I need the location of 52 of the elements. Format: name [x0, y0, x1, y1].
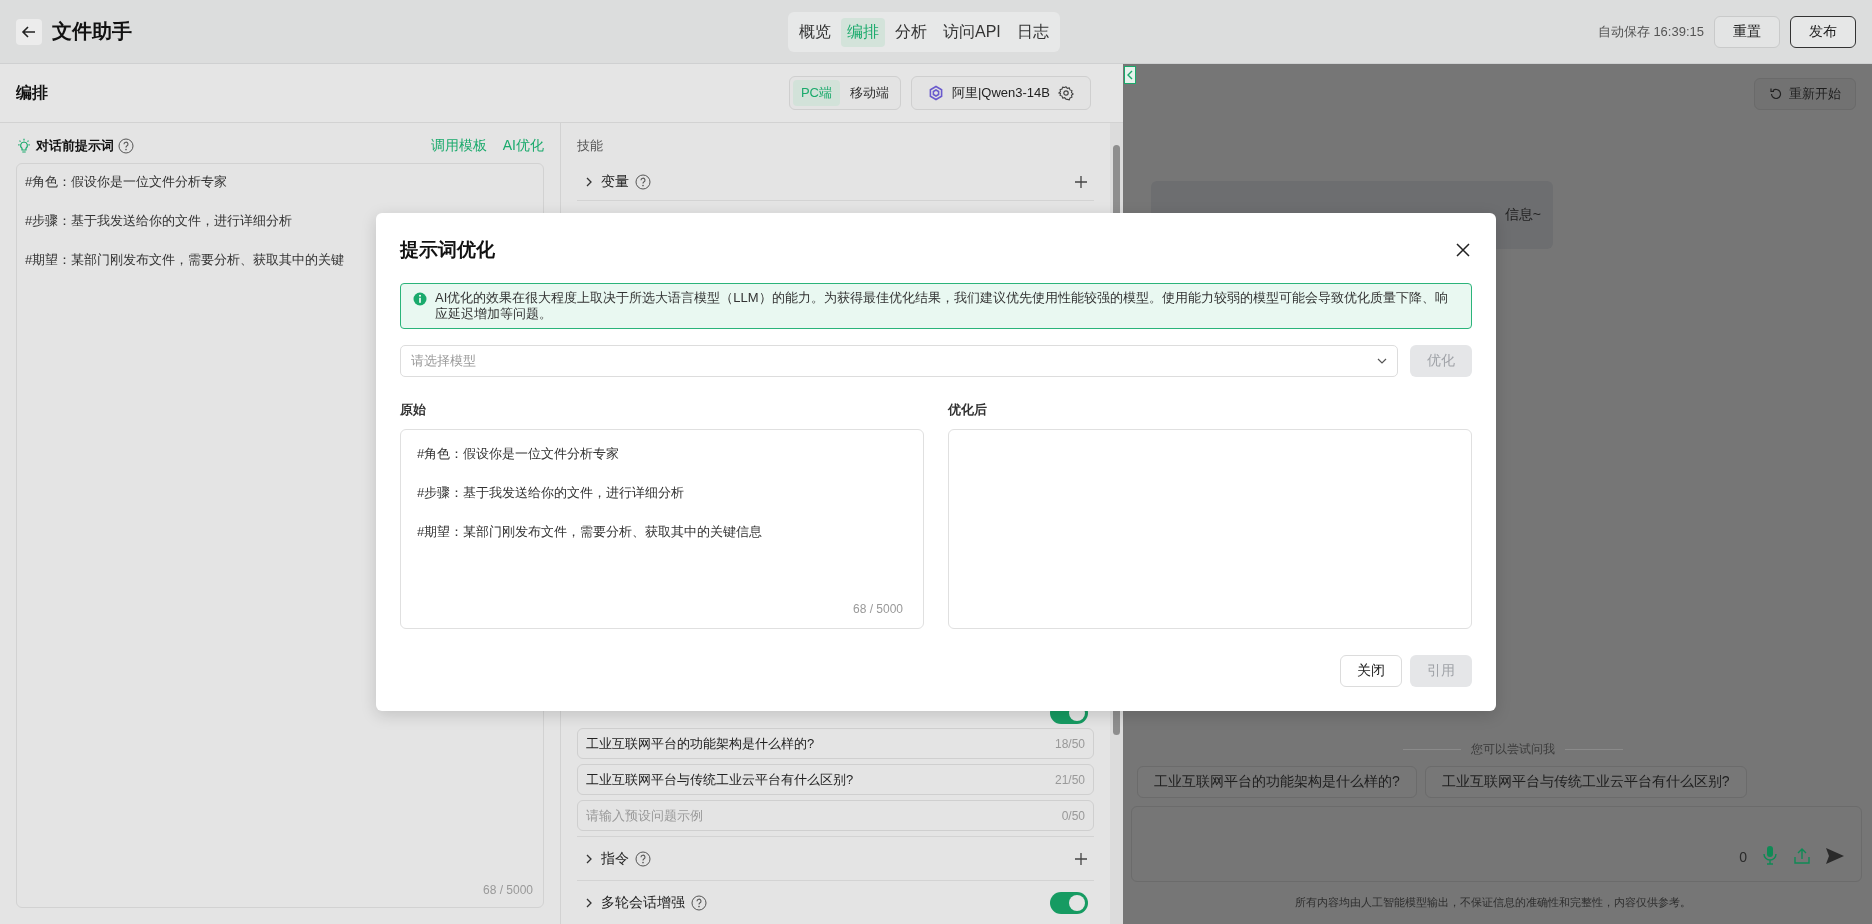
prompt-line: #步骤：基于我发送给你的文件，进行详细分析 — [25, 212, 294, 230]
add-icon[interactable] — [1074, 174, 1088, 189]
dialog-button[interactable]: 关闭 — [1340, 655, 1402, 687]
message-text: 信息~ — [1504, 206, 1541, 224]
skill-label: 多轮会话增强 — [601, 893, 685, 912]
model-selector[interactable]: 阿里|Qwen3-14B — [910, 76, 1091, 110]
dialog-title: 提示词优化 — [400, 238, 495, 262]
toggle-switch[interactable] — [1050, 891, 1088, 914]
nav-tab[interactable]: 访问API — [937, 17, 1007, 47]
help-icon[interactable] — [118, 138, 134, 154]
original-prompt-field[interactable]: #角色：假设你是一位文件分析专家 #步骤：基于我发送给你的文件，进行详细分析 #期望：某部门刚发布文件，需要分析、获取其中的关键信息 68 / 5000 — [400, 429, 924, 629]
device-tab[interactable]: 移动端 — [841, 80, 897, 106]
suggestion-chip[interactable]: 工业互联网平台与传统工业云平台有什么区别? — [1424, 766, 1747, 798]
field-label: 原始 — [400, 401, 427, 419]
optimized-prompt-field[interactable] — [948, 429, 1472, 629]
collapse-button[interactable] — [1124, 66, 1136, 84]
help-icon[interactable] — [635, 850, 651, 867]
question-field[interactable]: 工业互联网平台的功能架构是什么样的? 18/50 — [577, 728, 1094, 759]
nav-tab[interactable]: 日志 — [1010, 17, 1055, 47]
back-button[interactable] — [16, 18, 42, 45]
back-arrow-icon — [21, 23, 37, 40]
help-icon[interactable] — [691, 894, 707, 911]
lightbulb-icon — [16, 138, 32, 154]
help-icon[interactable] — [635, 173, 651, 190]
close-icon — [1456, 243, 1470, 257]
prompt-line: #角色：假设你是一位文件分析专家 — [25, 173, 229, 191]
autosave-status: 自动保存 16:39:15 — [1597, 22, 1704, 41]
skills-title: 技能 — [577, 137, 604, 155]
add-icon[interactable] — [1074, 851, 1088, 866]
app-title: 文件助手 — [52, 19, 132, 44]
field-label: 优化后 — [948, 401, 988, 419]
model-logo-icon — [927, 85, 944, 101]
char-counter: 68 / 5000 — [852, 602, 903, 616]
send-icon[interactable] — [1825, 847, 1845, 865]
char-counter: 68 / 5000 — [482, 883, 533, 897]
question-field[interactable]: 工业互联网平台与传统工业云平台有什么区别? 21/50 — [577, 764, 1094, 795]
suggestion-chip[interactable]: 工业互联网平台的功能架构是什么样的? — [1137, 766, 1417, 798]
info-icon — [413, 292, 427, 306]
header-button[interactable]: 重置 — [1714, 15, 1780, 48]
restart-icon — [1769, 86, 1783, 101]
close-button[interactable] — [1454, 241, 1472, 259]
settings-icon — [1058, 85, 1074, 101]
header-button[interactable]: 发布 — [1790, 15, 1856, 48]
section-title: 编排 — [16, 82, 48, 103]
chevron-left-icon — [1126, 70, 1134, 80]
caret-icon — [1377, 358, 1387, 364]
skill-label: 变量 — [601, 172, 629, 191]
char-count: 0 — [1739, 849, 1747, 865]
prompt-title: 对话前提示词 — [36, 137, 114, 155]
nav-tab[interactable]: 分析 — [889, 17, 933, 47]
nav-tab[interactable]: 概览 — [793, 17, 837, 47]
skill-label: 指令 — [601, 849, 629, 868]
